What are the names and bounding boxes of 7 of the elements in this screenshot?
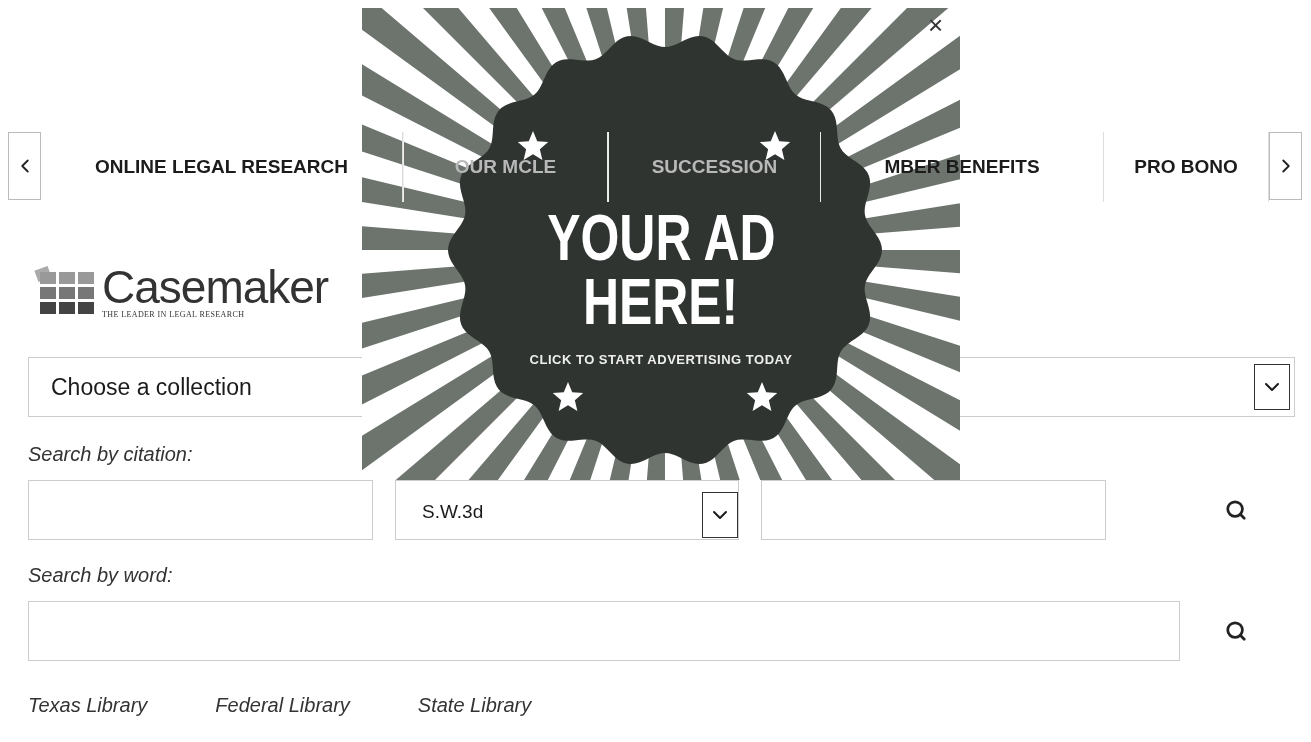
ad-headline: YOUR AD [546, 206, 776, 270]
ad-call-to-action: CLICK TO START ADVERTISING TODAY [529, 352, 793, 367]
citation-label: Search by citation: [28, 443, 194, 466]
ad-headline: HERE! [583, 270, 739, 334]
logo-tagline: THE LEADER IN LEGAL RESEARCH [102, 309, 246, 319]
word-search-label: Search by word: [28, 564, 174, 587]
logo-wordmark: Casemaker [102, 263, 329, 310]
